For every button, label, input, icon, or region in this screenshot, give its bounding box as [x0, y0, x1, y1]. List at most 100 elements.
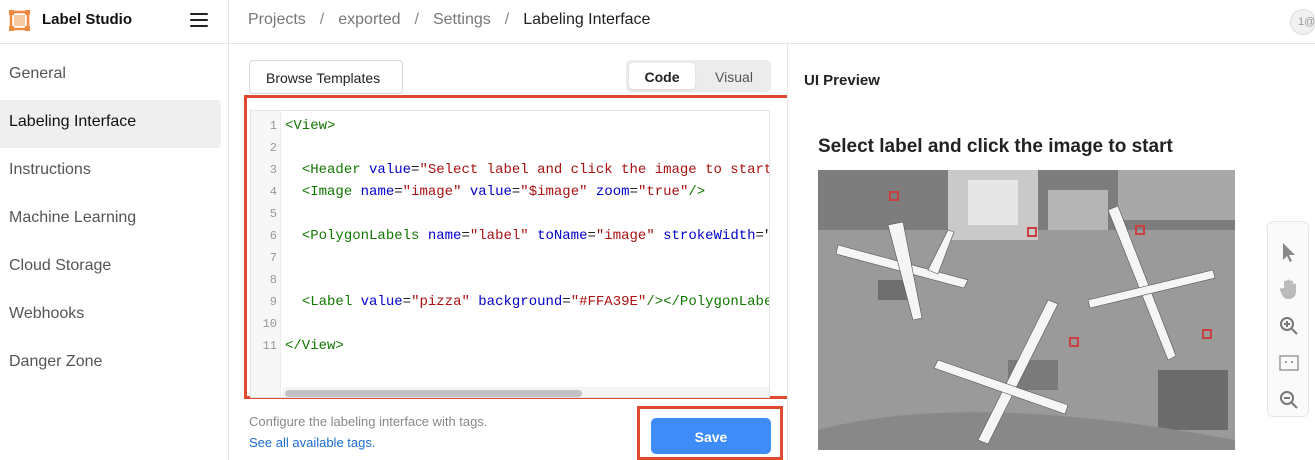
code-line[interactable]: <View> [285, 118, 335, 134]
airport-aerial-image [818, 170, 1235, 450]
code-token: "image" [595, 228, 655, 244]
code-token: zoom [595, 184, 630, 200]
zoom-in-icon[interactable] [1277, 314, 1301, 338]
line-number-gutter: 1 2 3 4 5 6 7 8 9 10 11 [251, 111, 281, 397]
code-token: background [478, 294, 563, 310]
code-line[interactable]: <Header value="Select label and click th… [285, 162, 770, 178]
sidebar-item-instructions[interactable]: Instructions [0, 148, 221, 196]
code-token: =" [755, 228, 769, 244]
breadcrumb-current: Labeling Interface [523, 11, 651, 28]
pointer-icon[interactable] [1277, 240, 1301, 264]
settings-sidebar: General Labeling Interface Instructions … [0, 44, 229, 460]
line-number: 8 [269, 273, 277, 287]
menu-icon[interactable] [190, 13, 208, 29]
ui-preview-panel: UI Preview Select label and click the im… [787, 44, 1315, 460]
app-name: Label Studio [42, 11, 132, 28]
code-token: value [360, 294, 403, 310]
preview-title: UI Preview [804, 72, 880, 89]
line-number: 6 [269, 229, 277, 243]
code-token: "#FFA39E" [570, 294, 647, 310]
code-token: </View> [285, 338, 344, 354]
image-toolbar [1267, 221, 1309, 417]
zoom-out-icon[interactable] [1277, 388, 1301, 412]
config-hint: Configure the labeling interface with ta… [249, 414, 488, 429]
save-button[interactable]: Save [651, 418, 771, 454]
line-number: 11 [262, 339, 277, 353]
line-number: 2 [269, 141, 277, 155]
code-token: "pizza" [411, 294, 470, 310]
sidebar-item-general[interactable]: General [0, 52, 221, 100]
code-token: strokeWidth [663, 228, 756, 244]
line-number: 4 [269, 185, 277, 199]
avatar[interactable]: 1@ [1290, 9, 1315, 35]
code-line[interactable]: <Label value="pizza" background="#FFA39E… [285, 294, 769, 310]
available-tags-link[interactable]: See all available tags. [249, 435, 375, 450]
code-token: = [562, 294, 571, 310]
code-token: toName [537, 228, 588, 244]
line-number: 5 [269, 207, 277, 221]
code-token: = [629, 184, 638, 200]
tab-visual[interactable]: Visual [701, 63, 767, 89]
code-token: /> [688, 184, 706, 200]
code-token: name [360, 184, 395, 200]
code-token: = [394, 184, 403, 200]
code-editor[interactable]: 1 2 3 4 5 6 7 8 9 10 11 <View> <Header value="Sele… [250, 110, 770, 398]
code-line[interactable]: </View> [285, 338, 344, 354]
config-panel: Browse Templates Code Visual 1 2 3 4 5 6 7 8 9 10… [229, 44, 792, 460]
code-line[interactable]: <Image name="image" value="$image" zoom=… [285, 184, 705, 200]
breadcrumb: Projects / exported / Settings / Labelin… [248, 11, 650, 29]
code-token: <PolygonLabels [301, 228, 420, 244]
tab-code[interactable]: Code [629, 63, 695, 89]
sidebar-item-machine-learning[interactable]: Machine Learning [0, 196, 221, 244]
code-token: <Header [301, 162, 361, 178]
hand-icon[interactable] [1277, 277, 1301, 301]
code-token: name [427, 228, 462, 244]
preview-image[interactable] [818, 170, 1235, 450]
breadcrumb-separator: / [414, 11, 419, 28]
code-token: <Image [301, 184, 353, 200]
sidebar-item-cloud-storage[interactable]: Cloud Storage [0, 244, 221, 292]
code-token: = [587, 228, 596, 244]
code-token: = [402, 294, 412, 310]
preview-header-text: Select label and click the image to star… [818, 136, 1173, 157]
fit-to-screen-icon[interactable] [1277, 351, 1301, 375]
brand: Label Studio [0, 0, 229, 44]
code-token: "$image" [520, 184, 588, 200]
code-token: "Select label and click the image to sta… [419, 162, 770, 178]
code-line[interactable]: <PolygonLabels name="label" toName="imag… [285, 228, 769, 244]
line-number: 1 [269, 119, 277, 133]
breadcrumb-separator: / [504, 11, 510, 28]
line-number: 7 [269, 251, 277, 265]
code-token: = [461, 228, 470, 244]
breadcrumb-project[interactable]: exported [338, 11, 400, 29]
sidebar-item-labeling-interface[interactable]: Labeling Interface [0, 100, 221, 148]
browse-templates-button[interactable]: Browse Templates [249, 60, 403, 94]
horizontal-scrollbar[interactable] [282, 387, 769, 397]
code-token: "image" [402, 184, 462, 200]
breadcrumb-settings[interactable]: Settings [433, 11, 491, 29]
breadcrumb-separator: / [319, 11, 325, 28]
code-token: <View> [285, 118, 336, 134]
code-token: "label" [469, 228, 529, 244]
editor-mode-toggle: Code Visual [626, 60, 771, 92]
line-number: 3 [269, 163, 277, 177]
code-token: <Label [301, 294, 353, 310]
scrollbar-thumb[interactable] [285, 390, 582, 397]
code-token: value [469, 184, 512, 200]
sidebar-item-danger-zone[interactable]: Danger Zone [0, 340, 221, 388]
sidebar-item-webhooks[interactable]: Webhooks [0, 292, 221, 340]
code-token: "true" [637, 184, 689, 200]
label-studio-logo-icon [9, 10, 30, 31]
breadcrumb-projects[interactable]: Projects [248, 11, 306, 29]
top-bar: Label Studio Projects / exported / Setti… [0, 0, 1315, 44]
